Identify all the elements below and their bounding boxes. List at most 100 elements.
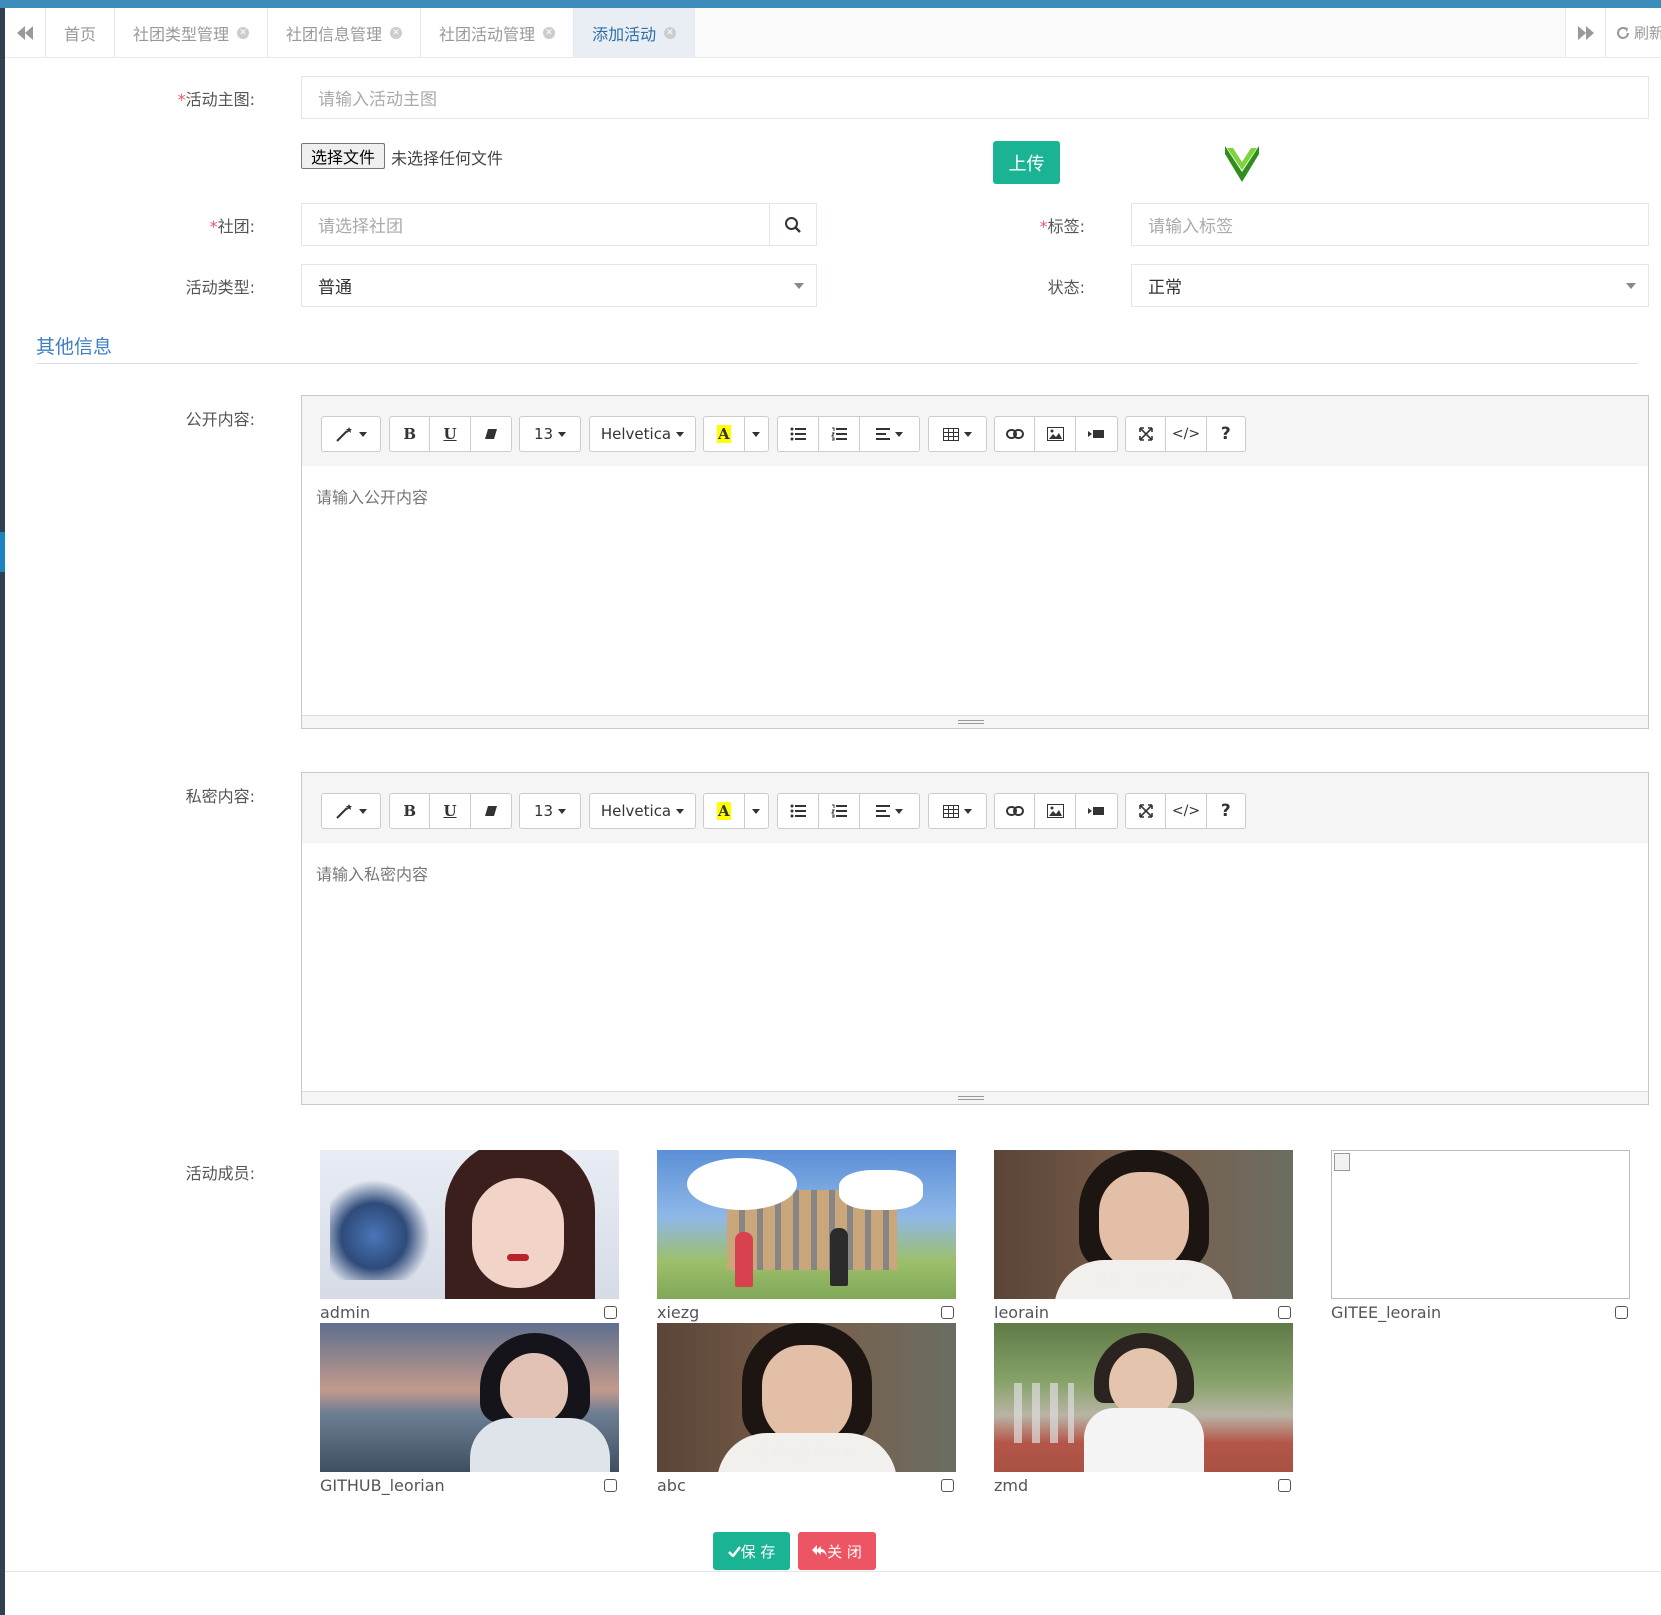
tab-label: 社团信息管理 [286,24,383,44]
video-button[interactable] [1076,417,1117,451]
font-family-dropdown[interactable]: Helvetica [590,417,695,451]
text-color-button[interactable]: A [704,417,745,451]
underline-button[interactable]: U [430,794,471,828]
tab-scroll-right-button[interactable] [1565,8,1606,57]
chevron-down-icon [794,283,804,289]
tab-club-info-management[interactable]: 社团信息管理 ✕ [268,8,422,57]
close-button[interactable]: 关 闭 [798,1532,876,1570]
member-name: GITEE_leorain [1331,1303,1442,1322]
status-select[interactable]: 正常 [1131,264,1649,307]
paragraph-align-dropdown[interactable] [860,794,919,828]
editor-resize-handle[interactable] [302,715,1648,728]
text-color-button[interactable]: A [704,794,745,828]
tag-input[interactable]: 请输入标签 [1131,203,1649,246]
bold-button[interactable]: B [390,794,431,828]
tab-home[interactable]: 首页 [46,8,116,57]
member-name: zmd [994,1476,1029,1495]
close-icon[interactable]: ✕ [390,26,403,39]
upload-success-check-icon [1225,146,1259,182]
table-dropdown[interactable] [929,417,986,451]
activity-type-select[interactable]: 普通 [301,264,817,307]
member-avatar [994,1323,1293,1472]
code-view-button[interactable]: </> [1166,417,1207,451]
unordered-list-button[interactable] [778,417,819,451]
tab-label: 添加活动 [592,24,657,44]
close-icon[interactable]: ✕ [543,26,556,39]
link-button[interactable] [995,417,1036,451]
tab-club-type-management[interactable]: 社团类型管理 ✕ [115,8,269,57]
text-color-dropdown[interactable] [745,417,768,451]
member-checkbox[interactable] [604,1479,617,1492]
member-avatar [320,1150,619,1299]
help-button[interactable]: ? [1207,794,1245,828]
help-button[interactable]: ? [1207,417,1245,451]
tab-add-activity[interactable]: 添加活动 ✕ [574,8,696,57]
member-checkbox[interactable] [941,1479,954,1492]
eraser-icon [484,806,497,816]
private-content-label: 私密内容: [185,787,255,806]
member-checkbox[interactable] [1615,1306,1628,1319]
choose-file-button[interactable]: 选择文件 [301,143,385,169]
public-content-editor[interactable]: BU 13 Helvetica A </>? 请输入公开内容 [301,395,1649,729]
upload-button[interactable]: 上传 [993,141,1060,184]
editor-placeholder: 请输入私密内容 [316,865,429,884]
sidebar-edge [0,8,5,1615]
eraser-button[interactable] [471,794,511,828]
editor-resize-handle[interactable] [302,1091,1648,1104]
eraser-button[interactable] [471,417,511,451]
bold-button[interactable]: B [390,417,431,451]
bullet-list-icon [790,804,806,818]
link-button[interactable] [995,794,1036,828]
font-size-dropdown[interactable]: 13 [520,417,580,451]
tab-scroll-left-button[interactable] [5,8,46,57]
font-family-dropdown[interactable]: Helvetica [590,794,695,828]
close-icon[interactable]: ✕ [237,26,250,39]
code-view-button[interactable]: </> [1166,794,1207,828]
ordered-list-button[interactable] [819,794,860,828]
eraser-icon [484,429,497,439]
private-content-editor[interactable]: BU 13 Helvetica A </>? 请输入私密内容 [301,772,1649,1105]
club-search-button[interactable] [769,203,817,246]
member-card: admin [320,1150,619,1322]
image-button[interactable] [1035,417,1076,451]
member-avatar [320,1323,619,1472]
member-checkbox[interactable] [1278,1306,1291,1319]
text-color-dropdown[interactable] [745,794,768,828]
font-size-dropdown[interactable]: 13 [520,794,580,828]
video-subtitle: 我和七月的关系 [1094,1272,1193,1286]
fullscreen-button[interactable] [1126,794,1167,828]
underline-button[interactable]: U [430,417,471,451]
member-avatar: 我和七月的关系 [994,1150,1293,1299]
member-name: admin [320,1303,371,1322]
tab-club-activity-management[interactable]: 社团活动管理 ✕ [421,8,575,57]
member-checkbox[interactable] [1278,1479,1291,1492]
file-status-text: 未选择任何文件 [391,149,504,168]
close-icon[interactable]: ✕ [664,26,677,39]
style-button[interactable] [322,417,380,451]
club-input[interactable]: 请选择社团 [301,203,770,246]
fullscreen-button[interactable] [1126,417,1167,451]
paragraph-align-dropdown[interactable] [860,417,919,451]
unordered-list-button[interactable] [778,794,819,828]
editor-toolbar: BU 13 Helvetica A </>? [302,773,1648,843]
table-dropdown[interactable] [929,794,986,828]
member-checkbox[interactable] [941,1306,954,1319]
style-button[interactable] [322,794,380,828]
member-card: zmd [994,1323,1293,1495]
member-card: xiezg [657,1150,956,1322]
link-icon [1005,429,1024,439]
video-button[interactable] [1076,794,1117,828]
ordered-list-button[interactable] [819,417,860,451]
magic-wand-icon [335,427,352,442]
refresh-button[interactable]: 刷新 [1605,8,1661,57]
align-left-icon [876,428,890,440]
footer-divider [5,1571,1661,1572]
image-button[interactable] [1035,794,1076,828]
member-checkbox[interactable] [604,1306,617,1319]
save-button[interactable]: 保 存 [713,1532,790,1570]
video-subtitle: 我和七月的关系 [757,1445,856,1459]
main-image-input[interactable]: 请输入活动主图 [301,76,1649,119]
chevron-down-icon [1626,283,1636,289]
fullscreen-icon [1138,427,1153,441]
tab-label: 社团类型管理 [133,24,230,44]
